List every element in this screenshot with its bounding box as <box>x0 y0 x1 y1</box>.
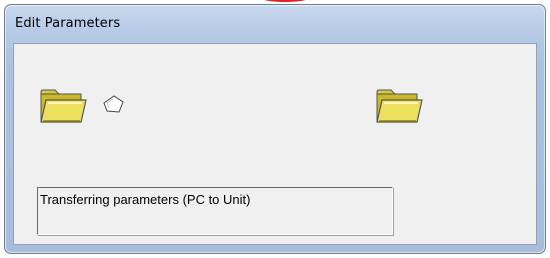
dialog-client-area: Transferring parameters (PC to Unit) <box>13 43 537 245</box>
status-text: Transferring parameters (PC to Unit) <box>40 192 251 207</box>
dialog-window: Edit Parameters Transferring parameters … <box>4 4 546 254</box>
status-box: Transferring parameters (PC to Unit) <box>37 187 393 235</box>
window-title: Edit Parameters <box>15 16 121 31</box>
target-folder-icon <box>376 89 423 123</box>
source-folder-icon <box>40 89 87 123</box>
moving-document-icon <box>103 95 124 113</box>
